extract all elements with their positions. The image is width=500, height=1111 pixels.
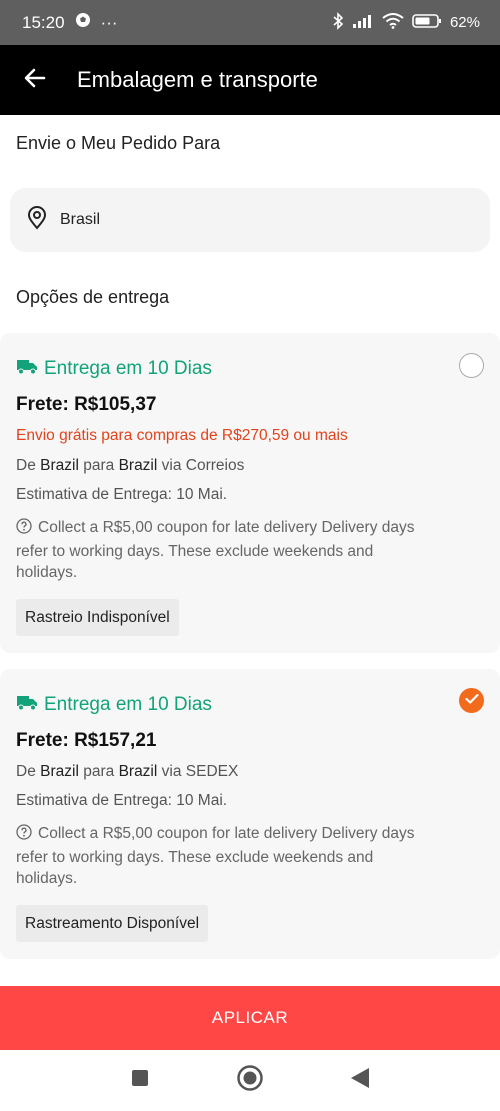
back-button[interactable]	[0, 45, 70, 115]
system-nav-bar	[0, 1050, 500, 1111]
delivery-option-title: Entrega em 10 Dias	[16, 357, 212, 381]
delivery-option-title-text: Entrega em 10 Dias	[44, 694, 212, 715]
back-nav-button[interactable]	[305, 1050, 415, 1111]
delivery-option-title: Entrega em 10 Dias	[16, 693, 212, 717]
status-more: ···	[100, 12, 118, 32]
delivery-option-card[interactable]: Entrega em 10 Dias Frete: R$157,21 De Br…	[0, 669, 500, 959]
square-icon	[131, 1069, 149, 1092]
home-circle-icon	[236, 1064, 264, 1097]
route-mid: para	[83, 763, 115, 780]
route-carrier: via Correios	[161, 457, 245, 474]
route-origin: Brazil	[40, 763, 79, 780]
route-destination: Brazil	[118, 457, 158, 474]
free-shipping-promo: Envio grátis para compras de R$270,59 ou…	[16, 427, 348, 444]
shipping-route: De Brazil para Brazil via Correios	[16, 457, 244, 475]
shipping-price: Frete: R$105,37	[16, 394, 157, 415]
option-radio[interactable]	[459, 353, 484, 378]
route-prefix: De	[16, 763, 36, 780]
late-delivery-note-text: Collect a R$5,00 coupon for late deliver…	[16, 825, 415, 887]
question-circle-icon[interactable]	[16, 824, 32, 847]
route-mid: para	[83, 457, 115, 474]
soccer-ball-icon	[75, 12, 91, 33]
late-delivery-note: Collect a R$5,00 coupon for late deliver…	[16, 823, 436, 890]
recent-apps-button[interactable]	[85, 1050, 195, 1111]
tracking-status-tag: Rastreio Indisponível	[16, 599, 179, 636]
apply-button[interactable]: APLICAR	[0, 986, 500, 1050]
ship-to-country-selector[interactable]: Brasil	[10, 188, 490, 252]
route-destination: Brazil	[118, 763, 158, 780]
home-button[interactable]	[195, 1050, 305, 1111]
late-delivery-note-text: Collect a R$5,00 coupon for late deliver…	[16, 519, 415, 581]
ship-to-title: Envie o Meu Pedido Para	[16, 133, 221, 153]
truck-icon	[16, 357, 44, 381]
route-origin: Brazil	[40, 457, 79, 474]
triangle-back-icon	[350, 1067, 370, 1094]
ship-to-country: Brasil	[60, 211, 101, 228]
wifi-icon	[382, 12, 404, 33]
option-radio-selected[interactable]	[459, 688, 484, 713]
page-title: Embalagem e transporte	[77, 67, 318, 92]
delivery-estimate: Estimativa de Entrega: 10 Mai.	[16, 486, 228, 503]
status-time: 15:20	[22, 12, 65, 32]
delivery-option-title-text: Entrega em 10 Dias	[44, 358, 212, 379]
app-bar: Embalagem e transporte	[0, 45, 500, 115]
route-carrier: via SEDEX	[161, 763, 239, 780]
shipping-route: De Brazil para Brazil via SEDEX	[16, 763, 238, 781]
checkmark-icon	[464, 692, 479, 710]
delivery-estimate: Estimativa de Entrega: 10 Mai.	[16, 792, 228, 809]
route-prefix: De	[16, 457, 36, 474]
delivery-option-card[interactable]: Entrega em 10 Dias Frete: R$105,37 Envio…	[0, 333, 500, 653]
location-pin-icon	[26, 205, 48, 235]
battery-percent: 62%	[449, 14, 480, 31]
bluetooth-icon	[332, 11, 344, 34]
truck-icon	[16, 693, 44, 717]
shipping-price: Frete: R$157,21	[16, 730, 157, 751]
battery-icon	[412, 13, 442, 33]
late-delivery-note: Collect a R$5,00 coupon for late deliver…	[16, 517, 436, 584]
signal-icon	[352, 13, 374, 33]
delivery-options-title: Opções de entrega	[16, 287, 170, 307]
arrow-left-icon	[23, 66, 47, 95]
status-bar: 15:20 ··· 62%	[0, 0, 500, 45]
tracking-status-tag: Rastreamento Disponível	[16, 905, 209, 942]
question-circle-icon[interactable]	[16, 518, 32, 541]
